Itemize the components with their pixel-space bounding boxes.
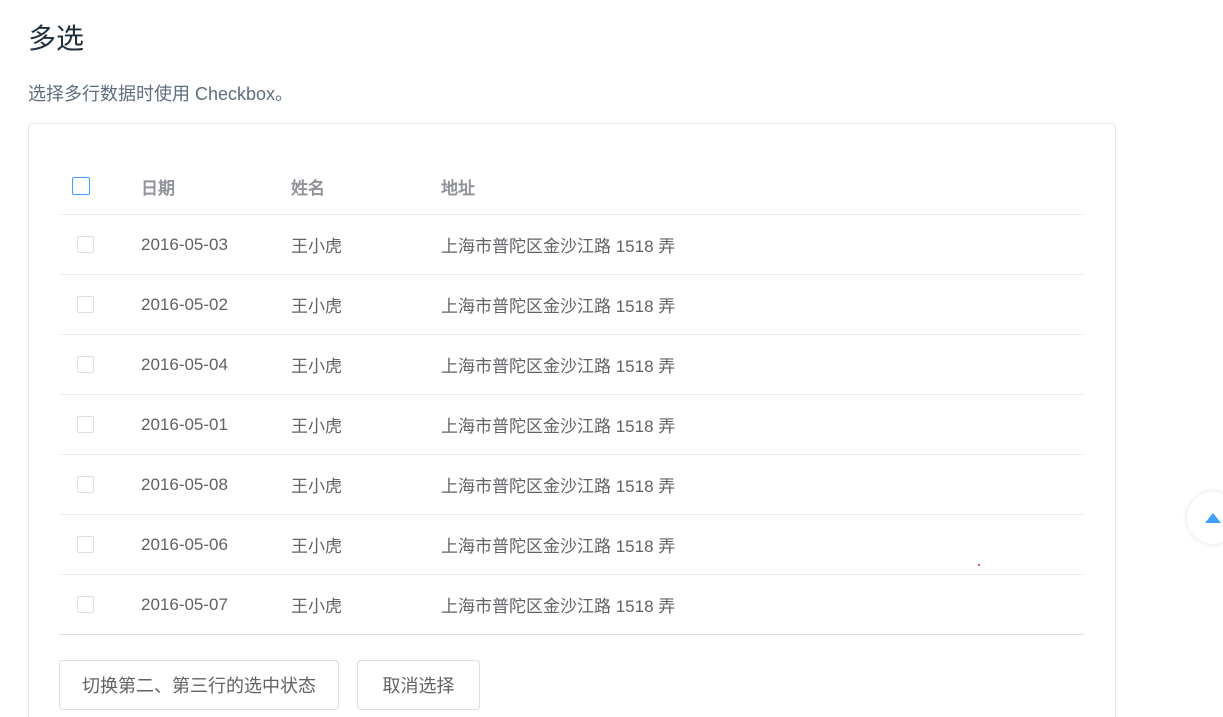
header-name: 姓名 — [291, 178, 325, 198]
cell-address: 上海市普陀区金沙江路 1518 弄 — [441, 537, 676, 556]
header-checkbox-cell — [72, 158, 101, 214]
toggle-selection-button[interactable]: 切换第二、第三行的选中状态 — [59, 660, 339, 710]
table-row[interactable]: 2016-05-02 王小虎 上海市普陀区金沙江路 1518 弄 — [59, 275, 1084, 335]
page: 多选 选择多行数据时使用 Checkbox。 日期 姓名 地址 2016-05-… — [0, 0, 1223, 717]
cell-address: 上海市普陀区金沙江路 1518 弄 — [441, 597, 676, 616]
cell-date: 2016-05-02 — [141, 294, 228, 314]
select-all-checkbox[interactable] — [72, 177, 90, 195]
table-row[interactable]: 2016-05-07 王小虎 上海市普陀区金沙江路 1518 弄 — [59, 575, 1084, 635]
row-checkbox-cell — [77, 335, 101, 394]
cell-date: 2016-05-06 — [141, 534, 228, 554]
clear-selection-button[interactable]: 取消选择 — [357, 660, 480, 710]
row-checkbox-cell — [77, 455, 101, 514]
row-checkbox-cell — [77, 215, 101, 274]
row-checkbox-cell — [77, 395, 101, 454]
row-checkbox[interactable] — [77, 236, 94, 253]
cell-name: 王小虎 — [291, 537, 342, 556]
table-row[interactable]: 2016-05-08 王小虎 上海市普陀区金沙江路 1518 弄 — [59, 455, 1084, 515]
cell-date: 2016-05-03 — [141, 234, 228, 254]
cell-address: 上海市普陀区金沙江路 1518 弄 — [441, 297, 676, 316]
table-body: 2016-05-03 王小虎 上海市普陀区金沙江路 1518 弄 2016-05-02… — [59, 215, 1084, 635]
cell-address: 上海市普陀区金沙江路 1518 弄 — [441, 417, 676, 436]
red-dot-mark — [978, 564, 980, 566]
cell-address: 上海市普陀区金沙江路 1518 弄 — [441, 237, 676, 256]
cell-address: 上海市普陀区金沙江路 1518 弄 — [441, 477, 676, 496]
row-checkbox-cell — [77, 575, 101, 634]
cell-name: 王小虎 — [291, 417, 342, 436]
cell-name: 王小虎 — [291, 297, 342, 316]
row-checkbox[interactable] — [77, 536, 94, 553]
table-row[interactable]: 2016-05-03 王小虎 上海市普陀区金沙江路 1518 弄 — [59, 215, 1084, 275]
cell-address: 上海市普陀区金沙江路 1518 弄 — [441, 357, 676, 376]
page-title: 多选 — [28, 23, 85, 54]
header-address: 地址 — [441, 178, 475, 198]
table-row[interactable]: 2016-05-01 王小虎 上海市普陀区金沙江路 1518 弄 — [59, 395, 1084, 455]
cell-name: 王小虎 — [291, 597, 342, 616]
table-row[interactable]: 2016-05-06 王小虎 上海市普陀区金沙江路 1518 弄 — [59, 515, 1084, 575]
row-checkbox-cell — [77, 515, 101, 574]
row-checkbox[interactable] — [77, 596, 94, 613]
row-checkbox[interactable] — [77, 296, 94, 313]
page-description: 选择多行数据时使用 Checkbox。 — [28, 84, 294, 104]
back-to-top-button[interactable] — [1187, 492, 1223, 544]
cell-date: 2016-05-07 — [141, 594, 228, 614]
demo-card: 日期 姓名 地址 2016-05-03 王小虎 上海市普陀区金沙江路 1518 弄2… — [28, 123, 1116, 717]
cell-name: 王小虎 — [291, 357, 342, 376]
row-checkbox[interactable] — [77, 356, 94, 373]
cell-name: 王小虎 — [291, 237, 342, 256]
caret-up-icon — [1205, 513, 1221, 523]
table-row[interactable]: 2016-05-04 王小虎 上海市普陀区金沙江路 1518 弄 — [59, 335, 1084, 395]
header-date: 日期 — [141, 178, 175, 198]
row-checkbox-cell — [77, 275, 101, 334]
cell-date: 2016-05-01 — [141, 414, 228, 434]
row-checkbox[interactable] — [77, 416, 94, 433]
table-header-row: 日期 姓名 地址 — [59, 158, 1084, 215]
cell-name: 王小虎 — [291, 477, 342, 496]
data-table: 日期 姓名 地址 2016-05-03 王小虎 上海市普陀区金沙江路 1518 弄2… — [59, 158, 1084, 635]
row-checkbox[interactable] — [77, 476, 94, 493]
cell-date: 2016-05-08 — [141, 474, 228, 494]
cell-date: 2016-05-04 — [141, 354, 228, 374]
